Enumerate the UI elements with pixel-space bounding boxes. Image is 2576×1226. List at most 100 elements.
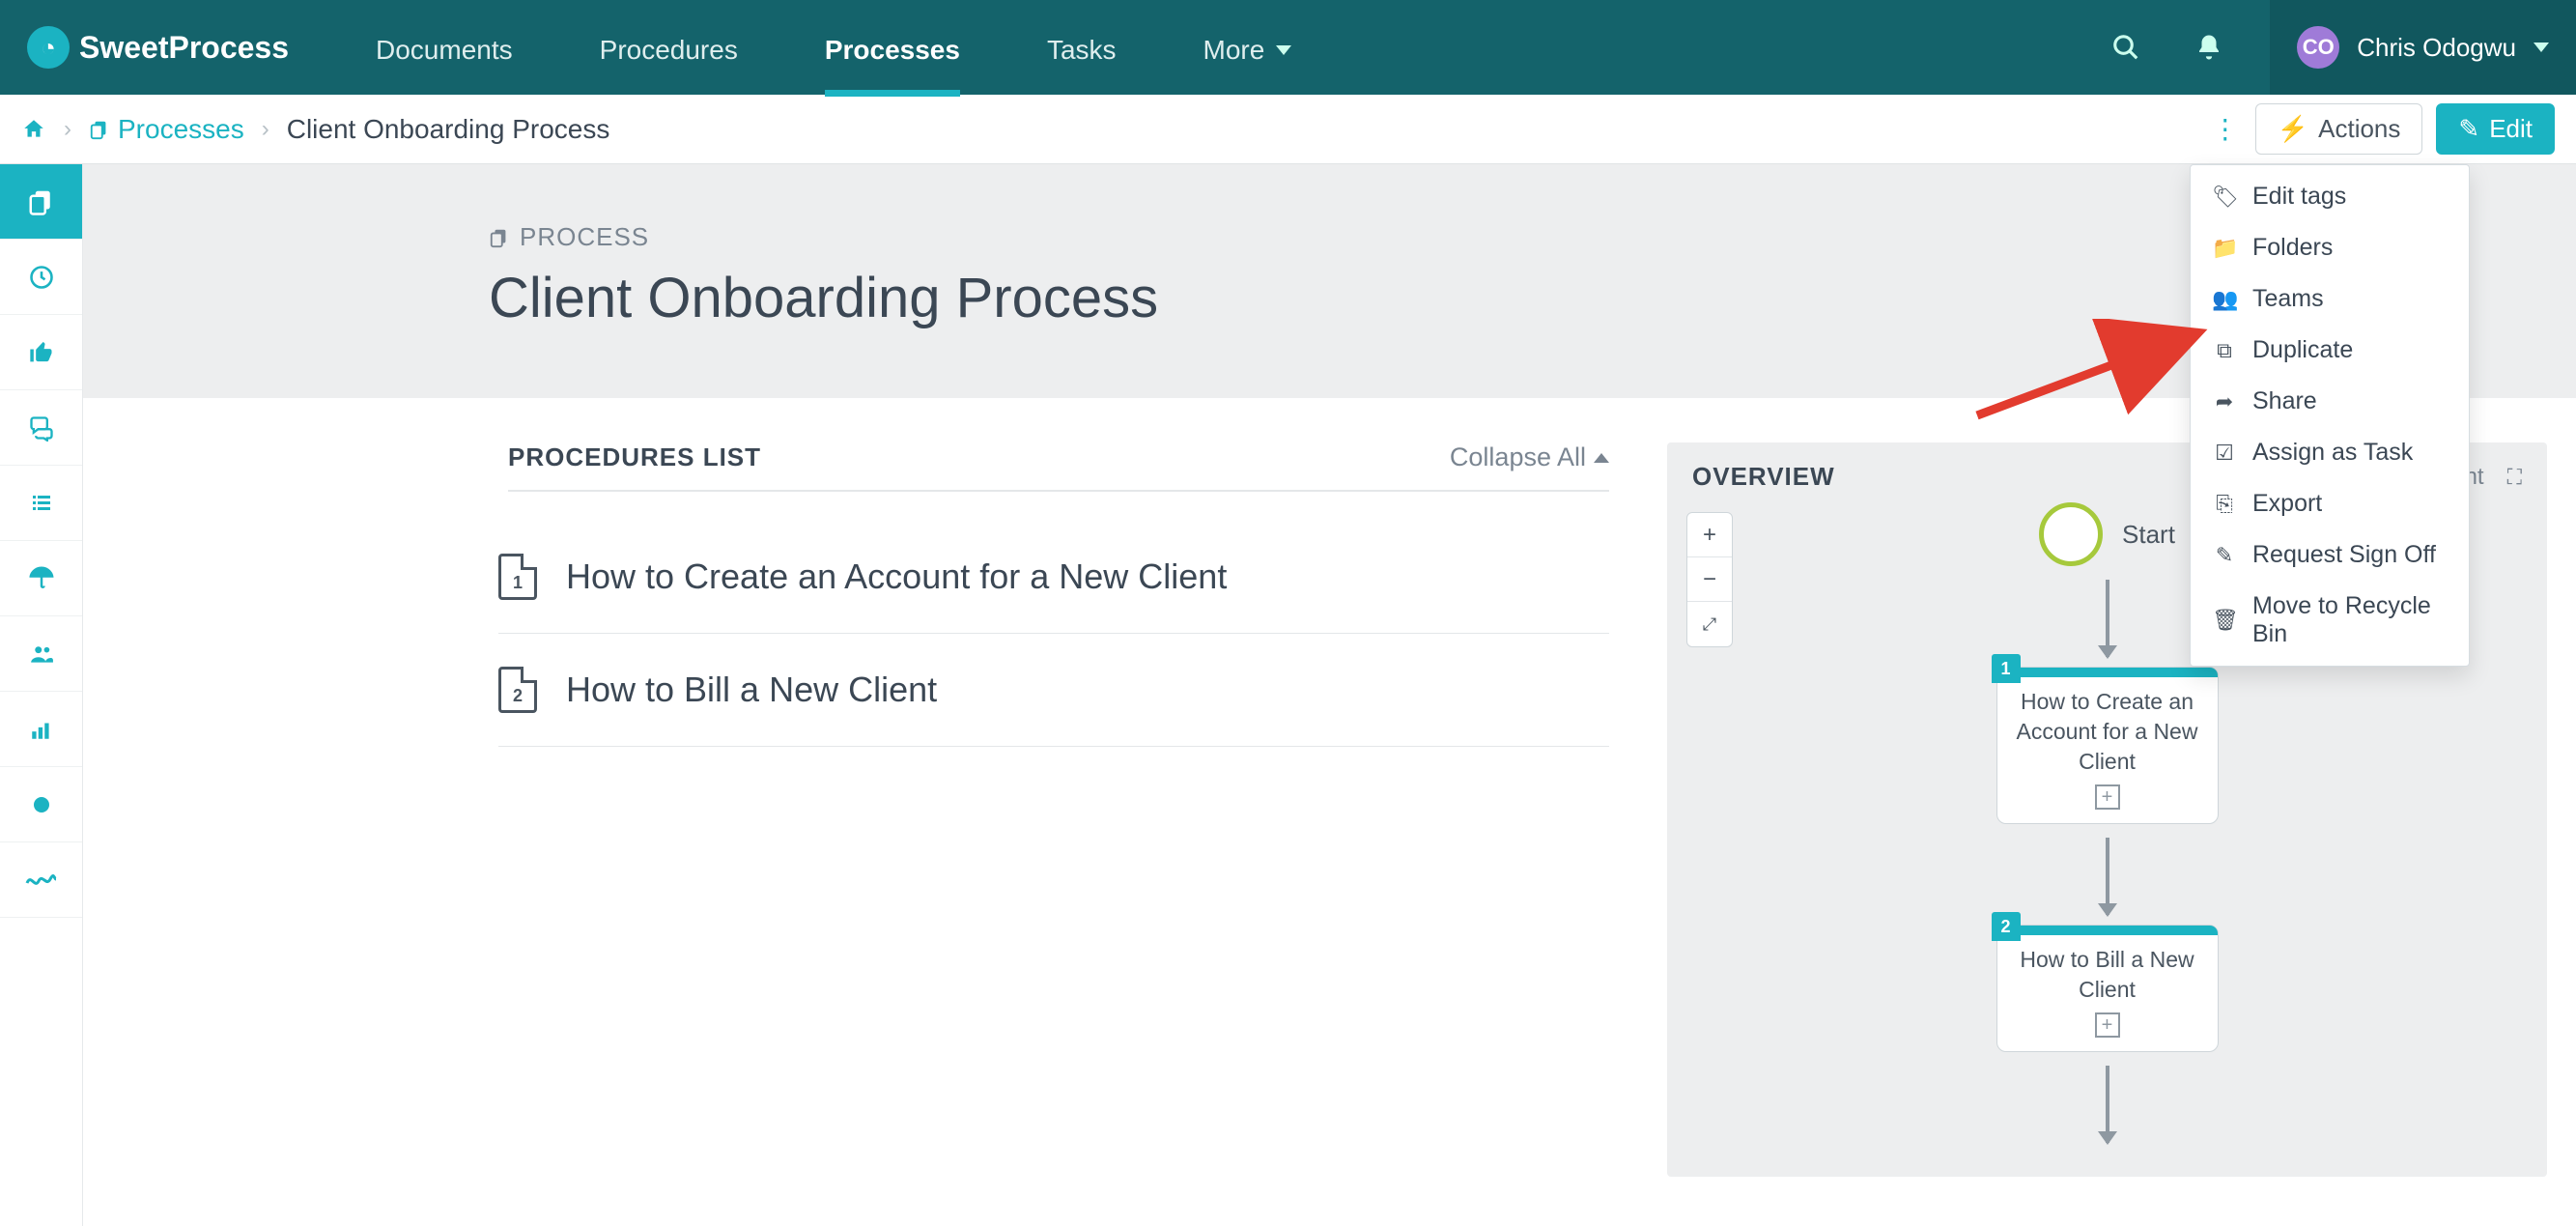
flow-card-number: 2 (1992, 912, 2021, 941)
dd-share[interactable]: ➦Share (2191, 376, 2469, 427)
export-icon: ⎘ (2212, 492, 2237, 517)
flow-start-node[interactable]: Start (2039, 502, 2175, 566)
dd-duplicate[interactable]: ⧉Duplicate (2191, 325, 2469, 376)
dd-export[interactable]: ⎘ Export (2191, 478, 2469, 529)
arrow-down-icon (2106, 580, 2109, 657)
chevron-up-icon (1594, 453, 1609, 463)
sidebar (0, 164, 83, 1226)
document-icon: 1 (498, 554, 537, 600)
dd-label: Move to Recycle Bin (2252, 592, 2448, 648)
procedure-title: How to Bill a New Client (566, 670, 937, 710)
breadcrumb-link-label: Processes (118, 114, 244, 145)
actions-button-label: Actions (2318, 114, 2400, 144)
breadcrumb-sep: › (262, 116, 269, 143)
nav-procedures[interactable]: Procedures (600, 35, 738, 95)
sidebar-item-dot[interactable] (0, 767, 82, 842)
dd-folders[interactable]: 📁Folders (2191, 222, 2469, 273)
top-nav: Documents Procedures Processes Tasks Mor… (376, 0, 1291, 95)
nav-documents[interactable]: Documents (376, 35, 513, 95)
dd-label: Export (2252, 490, 2322, 518)
dd-label: Teams (2252, 285, 2324, 313)
breadcrumb-sep: › (64, 116, 71, 143)
zoom-in-button[interactable]: + (1687, 513, 1732, 557)
flow-card[interactable]: 2 How to Bill a New Client + (1996, 925, 2219, 1052)
recycle-icon: 🗑 (2212, 608, 2237, 633)
actions-button[interactable]: ⚡ Actions (2255, 103, 2423, 155)
sidebar-item-people[interactable] (0, 616, 82, 692)
assign-task-icon: ☑ (2212, 441, 2237, 466)
copy-icon (489, 227, 510, 248)
page-eyebrow: PROCESS (489, 222, 1609, 252)
bell-icon[interactable] (2187, 25, 2231, 70)
dd-assign-task[interactable]: ☑ Assign as Task (2191, 427, 2469, 478)
collapse-all-link[interactable]: Collapse All (1450, 442, 1609, 472)
dd-label: Edit tags (2252, 183, 2346, 211)
dd-label: Share (2252, 387, 2317, 415)
sidebar-item-clock[interactable] (0, 240, 82, 315)
home-icon[interactable] (21, 117, 46, 142)
brand[interactable]: ◔ SweetProcess (27, 26, 289, 69)
procedures-head: PROCEDURES LIST Collapse All (508, 442, 1609, 492)
tag-icon: 🏷 (2212, 185, 2237, 210)
dd-teams[interactable]: 👥 Teams (2191, 273, 2469, 325)
breadcrumb-processes[interactable]: Processes (89, 114, 244, 145)
bolt-icon: ⚡ (2278, 114, 2308, 144)
nav-processes[interactable]: Processes (825, 35, 960, 95)
sidebar-item-copy[interactable] (0, 164, 82, 240)
topbar-right: CO Chris Odogwu (2104, 0, 2549, 95)
avatar: CO (2297, 26, 2339, 69)
breadcrumb-actions: ⋮ ⚡ Actions ✎ Edit (2209, 103, 2555, 155)
brand-name: SweetProcess (79, 30, 289, 66)
sidebar-item-list[interactable] (0, 466, 82, 541)
plus-icon[interactable]: + (2095, 1012, 2120, 1038)
chevron-down-icon (1276, 45, 1291, 55)
chevron-down-icon (2534, 43, 2549, 52)
zoom-fit-button[interactable]: ⤢ (1687, 602, 1732, 646)
nav-tasks[interactable]: Tasks (1047, 35, 1117, 95)
top-bar: ◔ SweetProcess Documents Procedures Proc… (0, 0, 2576, 95)
user-name: Chris Odogwu (2357, 33, 2516, 63)
kebab-icon[interactable]: ⋮ (2209, 113, 2242, 145)
plus-icon[interactable]: + (2095, 784, 2120, 810)
procedures-heading: PROCEDURES LIST (508, 442, 761, 472)
flow-card-bar (1997, 668, 2218, 677)
signoff-icon: ✎ (2212, 543, 2237, 568)
flow-card-bar (1997, 926, 2218, 935)
overview-heading: OVERVIEW (1692, 462, 1835, 492)
arrow-down-icon (2106, 838, 2109, 915)
flow-card-number: 1 (1992, 654, 2021, 683)
duplicate-icon: ⧉ (2212, 338, 2237, 363)
sidebar-item-chat[interactable] (0, 390, 82, 466)
dd-recycle[interactable]: 🗑 Move to Recycle Bin (2191, 581, 2469, 660)
dd-label: Request Sign Off (2252, 541, 2436, 569)
search-icon[interactable] (2104, 25, 2148, 70)
user-menu[interactable]: CO Chris Odogwu (2270, 0, 2576, 95)
dd-signoff[interactable]: ✎ Request Sign Off (2191, 529, 2469, 581)
flowchart: Start 1 How to Create an Account for a N… (1996, 502, 2219, 1153)
sidebar-item-umbrella[interactable] (0, 541, 82, 616)
procedure-item[interactable]: 1 How to Create an Account for a New Cli… (498, 521, 1609, 634)
sidebar-item-bars[interactable] (0, 692, 82, 767)
nav-more[interactable]: More (1203, 35, 1292, 95)
procedure-item[interactable]: 2 How to Bill a New Client (498, 634, 1609, 747)
procedure-number: 1 (513, 573, 523, 593)
page-title: Client Onboarding Process (489, 266, 1609, 330)
sidebar-item-squiggle[interactable] (0, 842, 82, 918)
flow-card[interactable]: 1 How to Create an Account for a New Cli… (1996, 667, 2219, 824)
copy-icon (89, 119, 110, 140)
breadcrumb-current: Client Onboarding Process (287, 114, 610, 145)
sidebar-item-thumb[interactable] (0, 315, 82, 390)
dd-label: Assign as Task (2252, 439, 2413, 467)
zoom-out-button[interactable]: − (1687, 557, 1732, 602)
procedure-number: 2 (513, 686, 523, 706)
expand-icon[interactable]: ⛶ (2507, 465, 2522, 490)
procedures-column: PROCEDURES LIST Collapse All 1 How to Cr… (508, 442, 1609, 1177)
flow-card-text: How to Create an Account for a New Clien… (1997, 687, 2218, 777)
eyebrow-text: PROCESS (520, 222, 649, 252)
brand-icon: ◔ (27, 26, 70, 69)
dd-edit-tags[interactable]: 🏷 Edit tags (2191, 171, 2469, 222)
edit-button[interactable]: ✎ Edit (2436, 103, 2555, 155)
edit-button-label: Edit (2489, 114, 2533, 144)
teams-icon: 👥 (2212, 287, 2237, 312)
flow-card-text: How to Bill a New Client (1997, 945, 2218, 1005)
